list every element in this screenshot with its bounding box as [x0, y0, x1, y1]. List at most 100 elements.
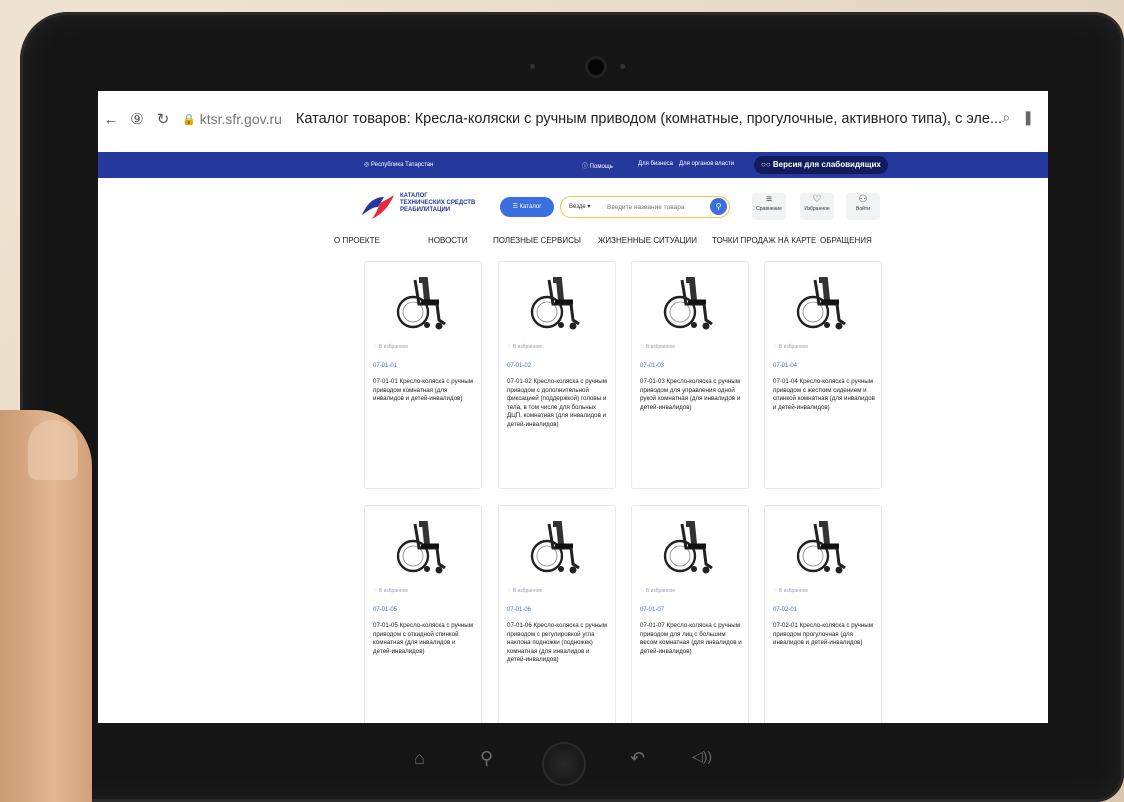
product-card[interactable]: ♡ В избранное 07-01-07 07-01-07 Кресло-кол…: [631, 505, 749, 723]
search-scope-select[interactable]: Везде ▾: [569, 203, 590, 210]
product-card[interactable]: ♡ В избранное 07-01-01 07-01-01 Кресло-кол…: [364, 261, 482, 489]
heart-icon: ♡: [640, 344, 645, 350]
nav-news[interactable]: НОВОСТИ: [428, 236, 467, 245]
search-box: Везде ▾ ⚲: [560, 196, 730, 218]
logo-text[interactable]: КАТАЛОГ ТЕХНИЧЕСКИХ СРЕДСТВ РЕАБИЛИТАЦИИ: [400, 193, 475, 214]
add-to-favorites[interactable]: ♡ В избранное: [373, 588, 408, 594]
compare-button[interactable]: ≡ Сравнение: [752, 193, 786, 220]
wheelchair-image[interactable]: [393, 514, 453, 576]
product-code[interactable]: 07-02-01: [773, 607, 797, 613]
product-name[interactable]: 07-01-04 Кресло-коляска с ручным приводо…: [773, 378, 875, 412]
favorites-link-label: В избранное: [378, 588, 409, 594]
reload-icon[interactable]: ↻: [150, 110, 176, 128]
product-code[interactable]: 07-01-06: [507, 607, 531, 613]
wheelchair-image[interactable]: [393, 270, 453, 332]
yandex-icon[interactable]: ⑨: [124, 110, 150, 128]
product-card[interactable]: ♡ В избранное 07-01-03 07-01-03 Кресло-кол…: [631, 261, 749, 489]
product-name[interactable]: 07-01-06 Кресло-коляска с ручным приводо…: [507, 622, 609, 665]
heart-icon: ♡: [507, 344, 512, 350]
tablet-screen: ← ⑨ ↻ 🔒 ktsr.sfr.gov.ru Каталог товаров:…: [98, 91, 1048, 723]
add-to-favorites[interactable]: ♡ В избранное: [773, 344, 808, 350]
wheelchair-image[interactable]: [660, 514, 720, 576]
low-vision-button[interactable]: ○○ Версия для слабовидящих: [754, 156, 888, 174]
catalog-button[interactable]: ☰ Каталог: [500, 197, 554, 217]
product-code[interactable]: 07-01-01: [373, 363, 397, 369]
wheelchair-image[interactable]: [527, 514, 587, 576]
search-icon[interactable]: ⌕: [1002, 109, 1010, 126]
favorites-link-label: В избранное: [645, 344, 676, 350]
heart-icon: ♡: [640, 588, 645, 594]
add-to-favorites[interactable]: ♡ В избранное: [640, 344, 675, 350]
login-button[interactable]: ⚇ Войти: [846, 193, 880, 220]
favorites-link-label: В избранное: [645, 588, 676, 594]
hardware-home-button[interactable]: [542, 742, 586, 786]
compare-icon: ≡: [766, 194, 772, 205]
product-name[interactable]: 07-01-01 Кресло-коляска с ручным приводо…: [373, 378, 475, 404]
help-link[interactable]: ⓘ Помощь: [582, 161, 613, 170]
product-name[interactable]: 07-01-05 Кресло-коляска с ручным приводо…: [373, 622, 475, 656]
add-to-favorites[interactable]: ♡ В избранное: [373, 344, 408, 350]
sensor: [620, 64, 625, 69]
product-code[interactable]: 07-01-03: [640, 363, 664, 369]
search-scope-label: Везде: [569, 204, 586, 210]
product-code[interactable]: 07-01-02: [507, 363, 531, 369]
search-button[interactable]: ⚲: [710, 198, 727, 215]
wheelchair-image[interactable]: [793, 270, 853, 332]
search-input[interactable]: [605, 199, 709, 216]
favorites-link-label: В избранное: [778, 344, 809, 350]
home-icon: ⌂: [414, 748, 425, 768]
back-icon[interactable]: ←: [98, 111, 124, 128]
heart-icon: ♡: [373, 588, 378, 594]
logo-line: РЕАБИЛИТАЦИИ: [400, 207, 451, 213]
heart-icon: ♡: [507, 588, 512, 594]
product-name[interactable]: 07-02-01 Кресло-коляска с ручным приводо…: [773, 622, 875, 648]
heart-icon: ♡: [773, 588, 778, 594]
logo-line: ТЕХНИЧЕСКИХ СРЕДСТВ: [400, 200, 476, 206]
region-selector[interactable]: ◎ Республика Татарстан: [364, 161, 433, 168]
favorites-link-label: В избранное: [378, 344, 409, 350]
wheelchair-image[interactable]: [660, 270, 720, 332]
product-card[interactable]: ♡ В избранное 07-01-06 07-01-06 Кресло-кол…: [498, 505, 616, 723]
top-bar: ◎ Республика Татарстан ⓘ Помощь Для бизн…: [98, 152, 1048, 178]
product-name[interactable]: 07-01-03 Кресло-коляска с ручным приводо…: [640, 378, 742, 412]
product-card[interactable]: ♡ В избранное 07-02-01 07-02-01 Кресло-кол…: [764, 505, 882, 723]
wheelchair-image[interactable]: [527, 270, 587, 332]
add-to-favorites[interactable]: ♡ В избранное: [507, 588, 542, 594]
nav-sales-map[interactable]: ТОЧКИ ПРОДАЖ НА КАРТЕ: [712, 236, 816, 245]
nav-appeals[interactable]: ОБРАЩЕНИЯ: [820, 236, 872, 245]
product-code[interactable]: 07-01-04: [773, 363, 797, 369]
logo-mark[interactable]: [360, 191, 396, 221]
catalog-label: Каталог: [519, 204, 542, 210]
volume-icon: ◁)): [692, 748, 713, 764]
browser-toolbar: ← ⑨ ↻ 🔒 ktsr.sfr.gov.ru Каталог товаров:…: [98, 91, 1048, 147]
lock-icon: 🔒: [182, 113, 196, 126]
search-icon: ⚲: [480, 748, 494, 768]
user-icon: ⚇: [858, 194, 868, 205]
sensor: [530, 64, 535, 69]
product-code[interactable]: 07-01-05: [373, 607, 397, 613]
add-to-favorites[interactable]: ♡ В избранное: [507, 344, 542, 350]
product-name[interactable]: 07-01-07 Кресло-коляска с ручным приводо…: [640, 622, 742, 656]
nav-services[interactable]: ПОЛЕЗНЫЕ СЕРВИСЫ: [493, 236, 581, 245]
add-to-favorites[interactable]: ♡ В избранное: [773, 588, 808, 594]
back-icon: ↶: [630, 748, 646, 768]
product-card[interactable]: ♡ В избранное 07-01-02 07-01-02 Кресло-кол…: [498, 261, 616, 489]
product-code[interactable]: 07-01-07: [640, 607, 664, 613]
add-to-favorites[interactable]: ♡ В избранное: [640, 588, 675, 594]
nav-life-situations[interactable]: ЖИЗНЕННЫЕ СИТУАЦИИ: [598, 236, 697, 245]
nav-about[interactable]: О ПРОЕКТЕ: [334, 236, 380, 245]
product-card[interactable]: ♡ В избранное 07-01-05 07-01-05 Кресло-кол…: [364, 505, 482, 723]
favorites-button[interactable]: ♡ Избранное: [800, 193, 834, 220]
favorites-link-label: В избранное: [778, 588, 809, 594]
help-label: Помощь: [589, 164, 613, 170]
product-name[interactable]: 07-01-02 Кресло-коляска с ручным приводо…: [507, 378, 609, 430]
business-link[interactable]: Для бизнеса: [638, 161, 673, 167]
front-camera: [588, 59, 604, 75]
gov-link[interactable]: Для органов власти: [679, 161, 734, 167]
glasses-icon: ○○: [761, 160, 771, 169]
address-bar[interactable]: ktsr.sfr.gov.ru: [200, 111, 282, 127]
bookmark-icon[interactable]: ❚: [1022, 109, 1034, 126]
product-card[interactable]: ♡ В избранное 07-01-04 07-01-04 Кресло-кол…: [764, 261, 882, 489]
wheelchair-image[interactable]: [793, 514, 853, 576]
region-label: Республика Татарстан: [370, 162, 434, 168]
